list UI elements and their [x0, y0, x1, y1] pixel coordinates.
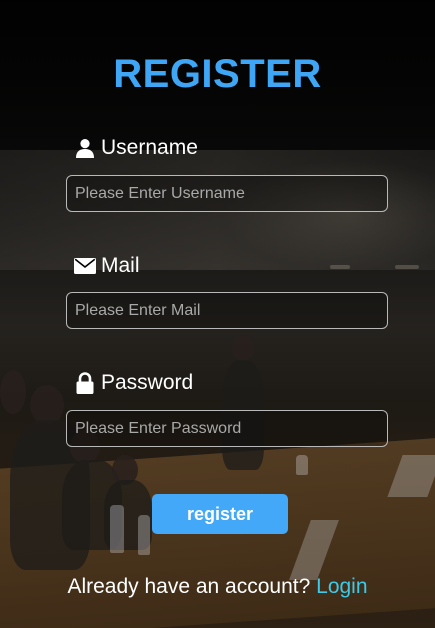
mail-label-text: Mail	[101, 254, 140, 277]
mail-icon	[74, 255, 96, 277]
password-label: Password	[74, 371, 193, 395]
lock-icon	[74, 372, 96, 394]
login-prompt: Already have an account? Login	[0, 575, 435, 599]
mail-label: Mail	[74, 254, 140, 278]
login-prompt-text: Already have an account?	[67, 575, 311, 598]
register-form: REGISTER Username Mail Passwo	[0, 0, 435, 628]
password-label-text: Password	[101, 371, 194, 394]
register-button[interactable]: register	[152, 494, 288, 534]
mail-input[interactable]	[66, 292, 388, 329]
page-title: REGISTER	[113, 52, 322, 96]
username-label: Username	[74, 136, 198, 160]
username-label-text: Username	[101, 136, 198, 159]
user-icon	[74, 137, 96, 159]
password-input[interactable]	[66, 410, 388, 447]
username-input[interactable]	[66, 175, 388, 212]
login-link[interactable]: Login	[316, 575, 367, 598]
